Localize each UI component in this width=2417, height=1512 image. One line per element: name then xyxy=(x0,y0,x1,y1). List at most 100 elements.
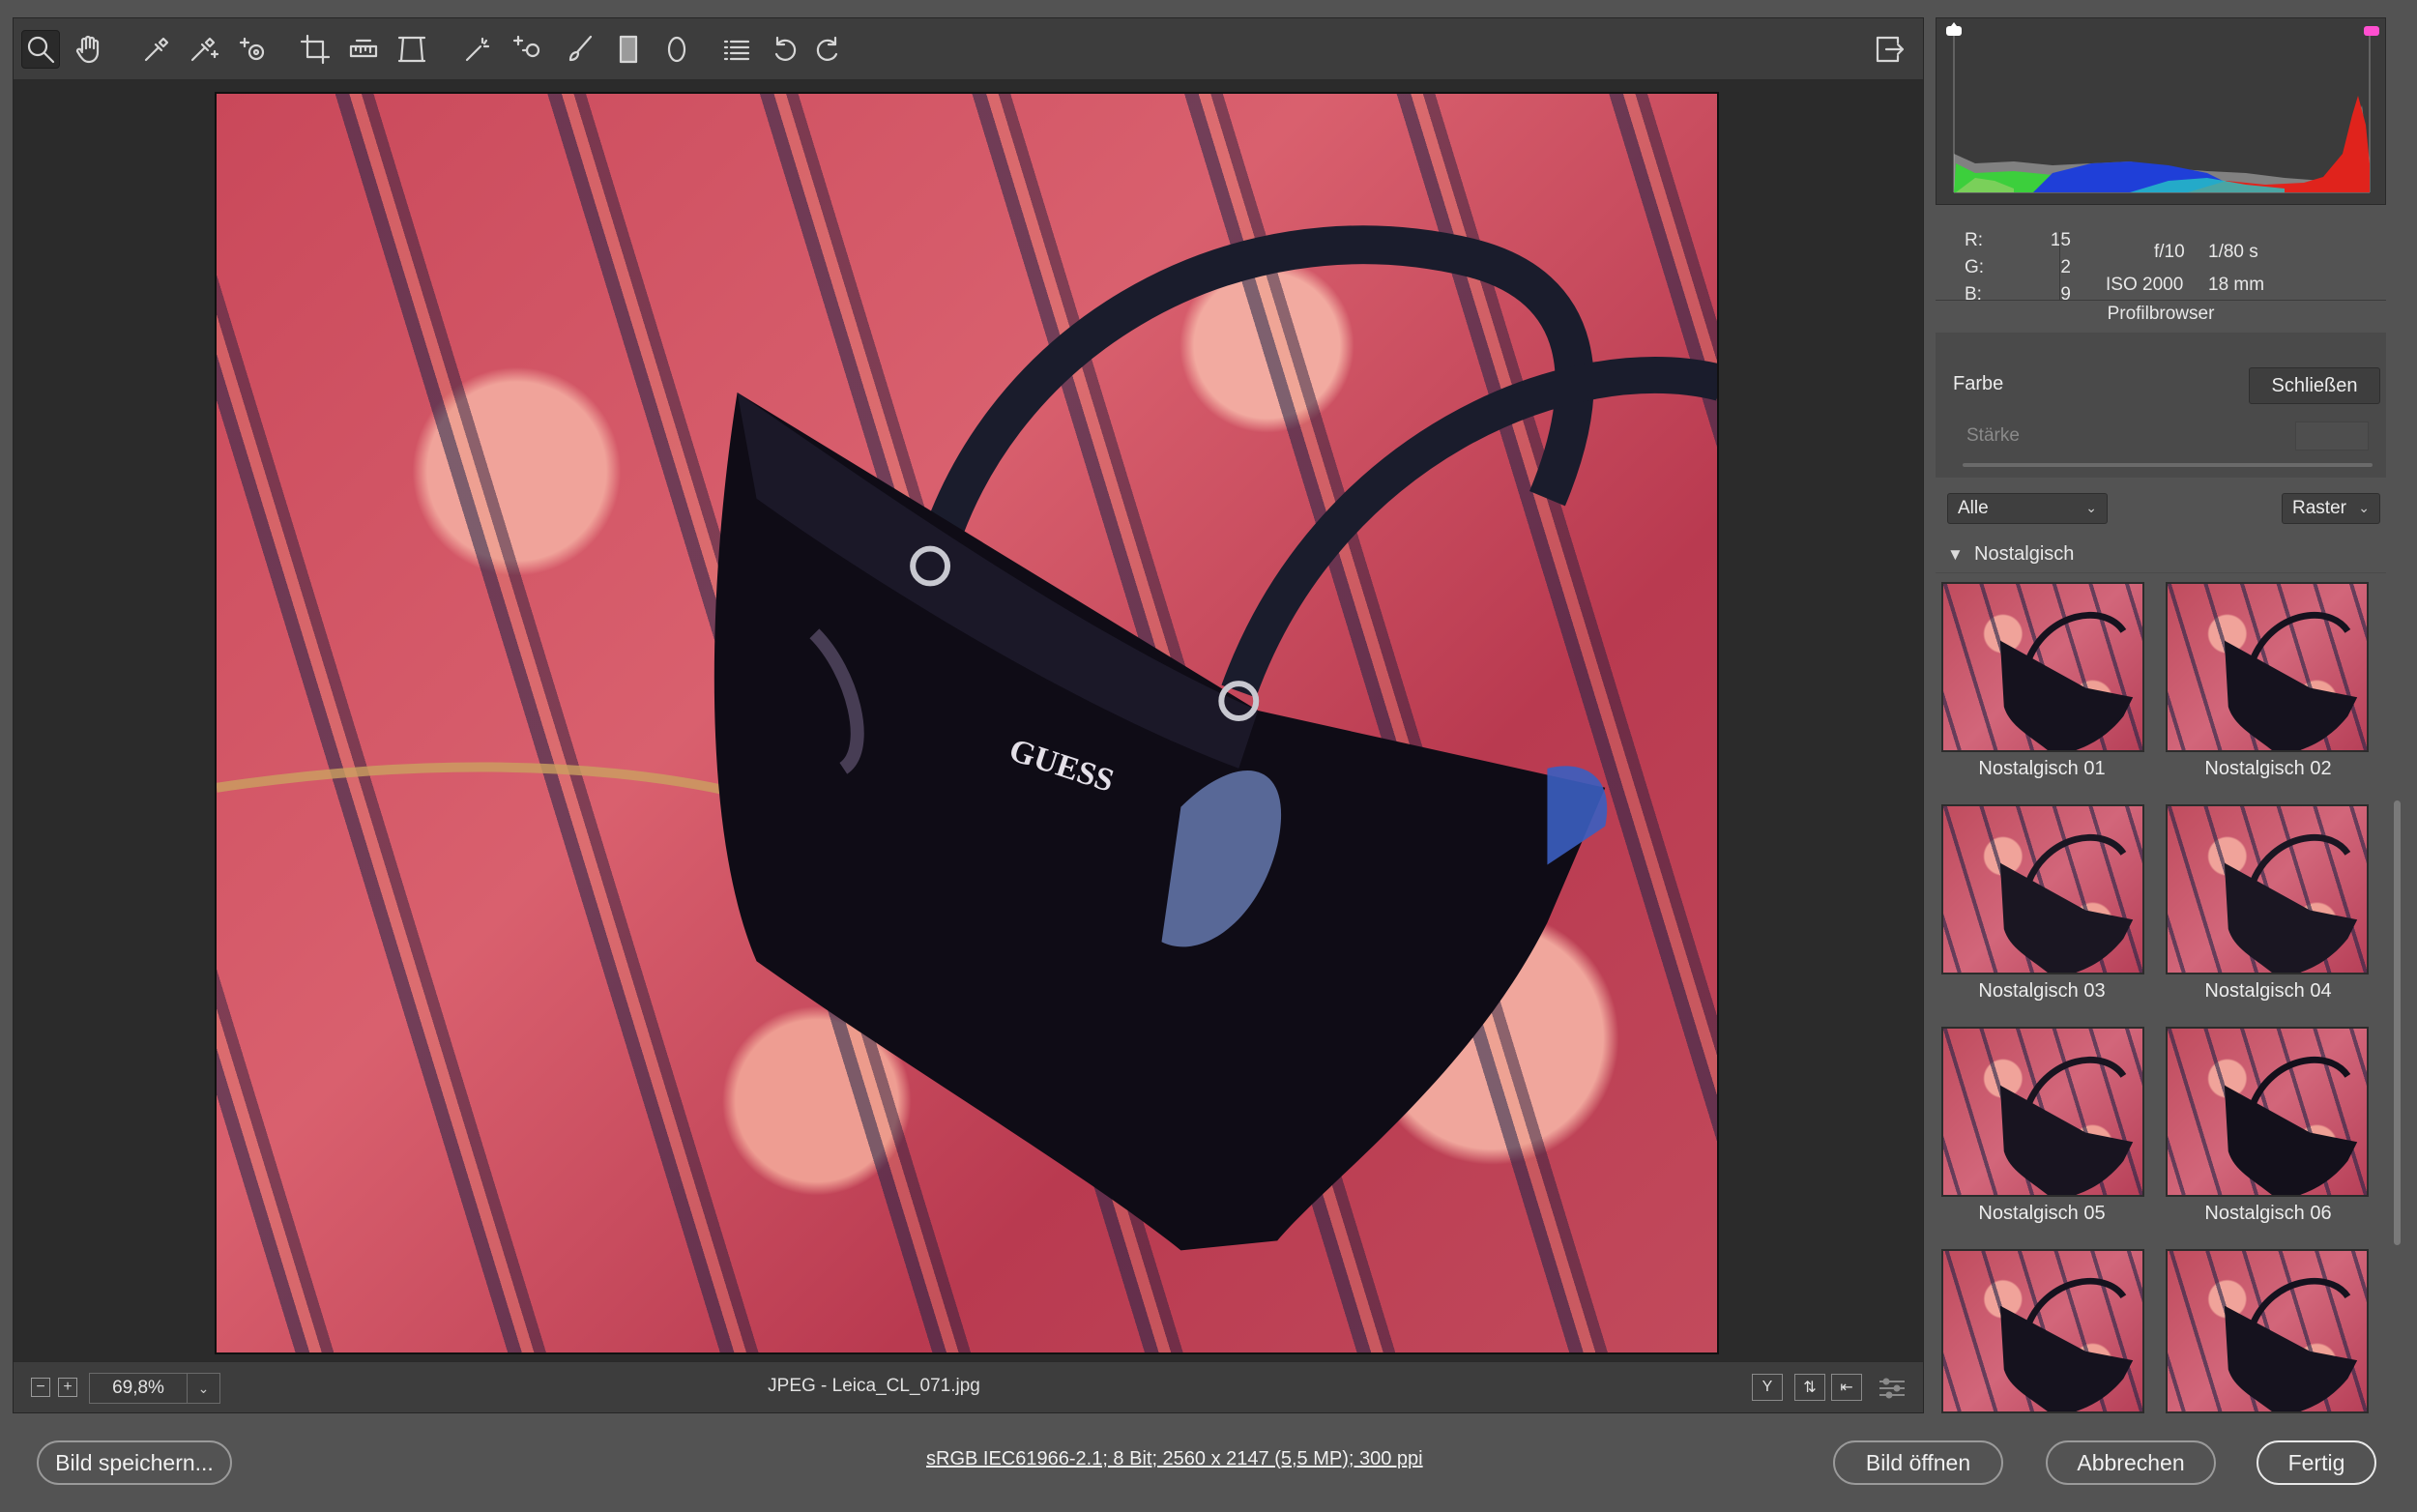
graduated-filter-tool[interactable] xyxy=(609,30,648,69)
profile-filter-select[interactable]: Alle ⌄ xyxy=(1947,493,2108,524)
profile-filter-value: Alle xyxy=(1958,498,1989,518)
workflow-options-link[interactable]: sRGB IEC61966-2.1; 8 Bit; 2560 x 2147 (5… xyxy=(926,1448,1423,1470)
focal-length-value: 18 mm xyxy=(2208,275,2265,295)
b-value: 9 xyxy=(2060,284,2071,305)
aperture-value: f/10 xyxy=(2154,242,2185,262)
chevron-down-icon: ⌄ xyxy=(2085,500,2097,515)
profile-label: Nostalgisch 06 xyxy=(2204,1203,2332,1224)
toggle-settings-button[interactable] xyxy=(1878,1376,1907,1401)
done-button[interactable]: Fertig xyxy=(2257,1440,2376,1485)
hand-icon xyxy=(75,35,100,64)
readout-divider xyxy=(2059,232,2060,300)
profile-browser-title: Profilbrowser xyxy=(2107,304,2215,324)
targeted-adjust-tool[interactable] xyxy=(234,30,273,69)
crop-icon xyxy=(300,34,331,65)
strength-label: Stärke xyxy=(1966,425,2020,446)
profile-thumbnail[interactable] xyxy=(1941,1027,2144,1197)
handbag-thumbnail-image xyxy=(1999,611,2134,750)
profile-thumbnail[interactable] xyxy=(2166,1249,2369,1413)
zoom-level-value: 69,8% xyxy=(112,1378,164,1398)
handbag-thumbnail-image xyxy=(2224,1056,2358,1195)
toolbar xyxy=(14,18,1923,80)
bottom-bar: Bild speichern... sRGB IEC61966-2.1; 8 B… xyxy=(0,1419,2417,1512)
g-value: 2 xyxy=(2060,257,2071,277)
profile-group-label: Farbe xyxy=(1953,373,2004,394)
profile-thumbnail[interactable] xyxy=(2166,804,2369,974)
graduated-filter-icon xyxy=(619,35,638,64)
crop-tool[interactable] xyxy=(296,30,335,69)
sliders-icon xyxy=(1879,1378,1905,1399)
handbag-image: GUESS xyxy=(217,225,1717,1251)
profile-thumbnail[interactable] xyxy=(1941,804,2144,974)
readout-panel: R: 15 G: 2 B: 9 f/10 1/80 s ISO 2000 18 … xyxy=(1936,211,2386,313)
hand-tool[interactable] xyxy=(70,30,108,69)
zoom-in-button[interactable]: + xyxy=(58,1378,77,1397)
profile-category-name: Nostalgisch xyxy=(1974,543,2075,565)
shadow-clipping-indicator xyxy=(1946,26,1962,36)
transform-tool[interactable] xyxy=(393,30,431,69)
profile-label: Nostalgisch 03 xyxy=(1978,980,2106,1002)
status-bar: − + 69,8% ⌄ JPEG - Leica_CL_071.jpg Y ⇅ … xyxy=(14,1361,1923,1412)
transform-icon xyxy=(397,36,426,63)
strength-input xyxy=(2295,422,2369,451)
highlight-clipping-indicator xyxy=(2364,26,2379,36)
zoom-level-select[interactable]: 69,8% ⌄ xyxy=(89,1373,220,1404)
spot-removal-tool[interactable] xyxy=(458,30,497,69)
rotate-right-tool[interactable] xyxy=(808,30,847,69)
white-balance-icon xyxy=(144,37,169,62)
profile-header: Farbe Schließen Stärke xyxy=(1936,333,2386,478)
rotate-left-tool[interactable] xyxy=(766,30,804,69)
before-after-view-button[interactable]: Y xyxy=(1752,1374,1783,1401)
color-sampler-icon xyxy=(190,37,219,62)
save-image-button[interactable]: Bild speichern... xyxy=(37,1440,232,1485)
profile-thumbnail[interactable] xyxy=(2166,582,2369,752)
white-balance-tool[interactable] xyxy=(137,30,176,69)
profile-category-header[interactable]: ▼ Nostalgisch xyxy=(1936,539,2386,572)
handbag-thumbnail-image xyxy=(2224,1277,2358,1411)
profile-thumbnail[interactable] xyxy=(1941,582,2144,752)
b-label: B: xyxy=(1965,284,1982,305)
handbag-thumbnail-image xyxy=(1999,1277,2134,1411)
file-name: JPEG - Leica_CL_071.jpg xyxy=(768,1376,980,1396)
shutter-value: 1/80 s xyxy=(2208,242,2258,262)
view-mode-select[interactable]: Raster ⌄ xyxy=(2282,493,2380,524)
color-sampler-tool[interactable] xyxy=(184,30,222,69)
targeted-adjust-icon xyxy=(239,37,265,61)
profile-label: Nostalgisch 02 xyxy=(2204,758,2332,779)
r-value: 15 xyxy=(2050,230,2071,250)
fullscreen-toggle-icon xyxy=(1876,36,1905,63)
profile-label: Nostalgisch 01 xyxy=(1978,758,2106,779)
photo-preview[interactable]: GUESS xyxy=(215,92,1719,1354)
r-label: R: xyxy=(1965,230,1983,250)
zoom-out-button[interactable]: − xyxy=(31,1378,50,1397)
adjustment-brush-tool[interactable] xyxy=(561,30,599,69)
swap-settings-button[interactable]: ⇅ xyxy=(1794,1374,1825,1401)
open-image-button[interactable]: Bild öffnen xyxy=(1833,1440,2003,1485)
close-button[interactable]: Schließen xyxy=(2249,367,2380,404)
profile-thumbnail[interactable] xyxy=(1941,1249,2144,1413)
swap-icon: ⇅ xyxy=(1803,1380,1817,1396)
image-canvas[interactable]: GUESS xyxy=(14,80,1923,1362)
copy-settings-button[interactable]: ⇤ xyxy=(1831,1374,1862,1401)
handbag-thumbnail-image xyxy=(2224,611,2358,750)
scrollbar-thumb[interactable] xyxy=(2394,800,2401,1245)
strength-slider xyxy=(1963,463,2373,467)
zoom-tool[interactable] xyxy=(21,30,60,69)
fullscreen-tool[interactable] xyxy=(1870,30,1908,69)
right-panel: R: 15 G: 2 B: 9 f/10 1/80 s ISO 2000 18 … xyxy=(1930,17,2403,1413)
radial-filter-tool[interactable] xyxy=(657,30,696,69)
view-mode-value: Raster xyxy=(2292,498,2346,518)
profile-thumbnail[interactable] xyxy=(2166,1027,2369,1197)
red-eye-tool[interactable] xyxy=(509,30,547,69)
disclosure-triangle-icon: ▼ xyxy=(1947,545,1964,564)
cancel-button[interactable]: Abbrechen xyxy=(2046,1440,2216,1485)
profile-list-scrollbar[interactable] xyxy=(2390,539,2403,1410)
handbag-thumbnail-image xyxy=(1999,833,2134,973)
preferences-list-tool[interactable] xyxy=(717,30,756,69)
handbag-thumbnail-image xyxy=(1999,1056,2134,1195)
zoom-icon xyxy=(27,36,55,64)
chevron-down-icon: ⌄ xyxy=(187,1374,219,1403)
straighten-tool[interactable] xyxy=(344,30,383,69)
g-label: G: xyxy=(1965,257,1985,277)
profile-label: Nostalgisch 05 xyxy=(1978,1203,2106,1224)
